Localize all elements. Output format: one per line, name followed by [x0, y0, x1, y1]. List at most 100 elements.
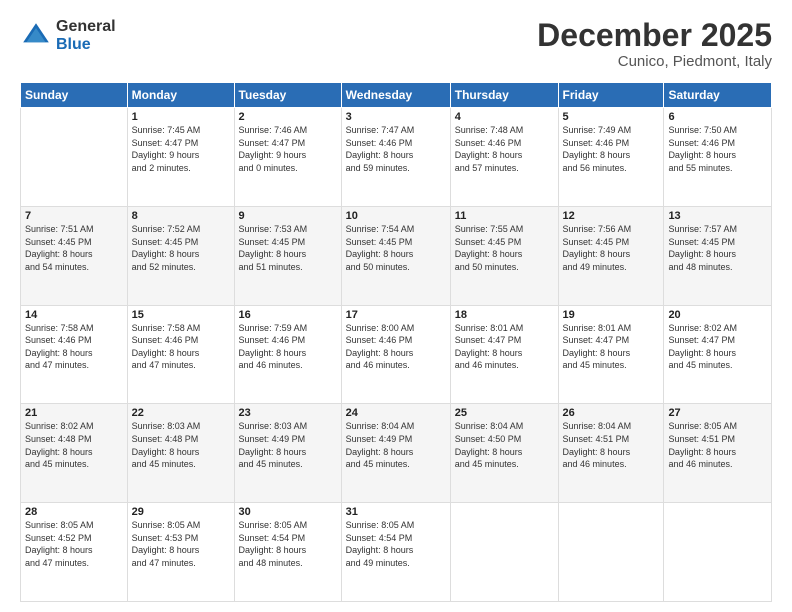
- calendar-header-row: SundayMondayTuesdayWednesdayThursdayFrid…: [21, 83, 772, 108]
- day-number: 5: [563, 111, 660, 123]
- day-number: 13: [668, 210, 767, 222]
- subtitle: Cunico, Piedmont, Italy: [537, 53, 772, 70]
- calendar-cell: 4Sunrise: 7:48 AMSunset: 4:46 PMDaylight…: [450, 108, 558, 207]
- day-info: Sunrise: 8:05 AMSunset: 4:51 PMDaylight:…: [668, 420, 767, 470]
- calendar-week-row: 1Sunrise: 7:45 AMSunset: 4:47 PMDaylight…: [21, 108, 772, 207]
- day-info: Sunrise: 8:02 AMSunset: 4:48 PMDaylight:…: [25, 420, 123, 470]
- day-info: Sunrise: 8:04 AMSunset: 4:51 PMDaylight:…: [563, 420, 660, 470]
- day-info: Sunrise: 7:47 AMSunset: 4:46 PMDaylight:…: [346, 124, 446, 174]
- day-number: 27: [668, 407, 767, 419]
- calendar-cell: 14Sunrise: 7:58 AMSunset: 4:46 PMDayligh…: [21, 305, 128, 404]
- day-info: Sunrise: 7:53 AMSunset: 4:45 PMDaylight:…: [239, 223, 337, 273]
- day-number: 25: [455, 407, 554, 419]
- calendar-cell: [21, 108, 128, 207]
- calendar-cell: 26Sunrise: 8:04 AMSunset: 4:51 PMDayligh…: [558, 404, 664, 503]
- calendar-cell: 6Sunrise: 7:50 AMSunset: 4:46 PMDaylight…: [664, 108, 772, 207]
- calendar-header-monday: Monday: [127, 83, 234, 108]
- day-number: 12: [563, 210, 660, 222]
- calendar-week-row: 21Sunrise: 8:02 AMSunset: 4:48 PMDayligh…: [21, 404, 772, 503]
- header: General Blue December 2025 Cunico, Piedm…: [20, 18, 772, 70]
- calendar-week-row: 14Sunrise: 7:58 AMSunset: 4:46 PMDayligh…: [21, 305, 772, 404]
- day-number: 14: [25, 309, 123, 321]
- calendar-cell: 3Sunrise: 7:47 AMSunset: 4:46 PMDaylight…: [341, 108, 450, 207]
- day-number: 30: [239, 506, 337, 518]
- calendar-cell: 29Sunrise: 8:05 AMSunset: 4:53 PMDayligh…: [127, 503, 234, 602]
- day-info: Sunrise: 8:05 AMSunset: 4:53 PMDaylight:…: [132, 519, 230, 569]
- day-number: 3: [346, 111, 446, 123]
- day-number: 6: [668, 111, 767, 123]
- day-info: Sunrise: 8:04 AMSunset: 4:50 PMDaylight:…: [455, 420, 554, 470]
- day-info: Sunrise: 8:01 AMSunset: 4:47 PMDaylight:…: [455, 322, 554, 372]
- day-info: Sunrise: 8:05 AMSunset: 4:54 PMDaylight:…: [239, 519, 337, 569]
- calendar-cell: 19Sunrise: 8:01 AMSunset: 4:47 PMDayligh…: [558, 305, 664, 404]
- day-number: 20: [668, 309, 767, 321]
- calendar-cell: 30Sunrise: 8:05 AMSunset: 4:54 PMDayligh…: [234, 503, 341, 602]
- calendar-cell: 1Sunrise: 7:45 AMSunset: 4:47 PMDaylight…: [127, 108, 234, 207]
- day-number: 19: [563, 309, 660, 321]
- calendar-cell: 8Sunrise: 7:52 AMSunset: 4:45 PMDaylight…: [127, 206, 234, 305]
- day-info: Sunrise: 7:54 AMSunset: 4:45 PMDaylight:…: [346, 223, 446, 273]
- calendar-cell: 31Sunrise: 8:05 AMSunset: 4:54 PMDayligh…: [341, 503, 450, 602]
- day-number: 24: [346, 407, 446, 419]
- day-info: Sunrise: 7:56 AMSunset: 4:45 PMDaylight:…: [563, 223, 660, 273]
- day-info: Sunrise: 7:45 AMSunset: 4:47 PMDaylight:…: [132, 124, 230, 174]
- title-block: December 2025 Cunico, Piedmont, Italy: [537, 18, 772, 70]
- calendar-header-friday: Friday: [558, 83, 664, 108]
- day-info: Sunrise: 8:01 AMSunset: 4:47 PMDaylight:…: [563, 322, 660, 372]
- day-number: 23: [239, 407, 337, 419]
- day-info: Sunrise: 8:03 AMSunset: 4:49 PMDaylight:…: [239, 420, 337, 470]
- day-number: 11: [455, 210, 554, 222]
- calendar-header-wednesday: Wednesday: [341, 83, 450, 108]
- day-info: Sunrise: 8:03 AMSunset: 4:48 PMDaylight:…: [132, 420, 230, 470]
- logo-general-text: General: [56, 18, 116, 36]
- calendar-cell: 24Sunrise: 8:04 AMSunset: 4:49 PMDayligh…: [341, 404, 450, 503]
- day-info: Sunrise: 7:52 AMSunset: 4:45 PMDaylight:…: [132, 223, 230, 273]
- day-number: 26: [563, 407, 660, 419]
- day-info: Sunrise: 8:02 AMSunset: 4:47 PMDaylight:…: [668, 322, 767, 372]
- day-number: 16: [239, 309, 337, 321]
- day-info: Sunrise: 7:57 AMSunset: 4:45 PMDaylight:…: [668, 223, 767, 273]
- calendar-cell: 11Sunrise: 7:55 AMSunset: 4:45 PMDayligh…: [450, 206, 558, 305]
- day-number: 21: [25, 407, 123, 419]
- logo-blue-text: Blue: [56, 36, 116, 54]
- day-number: 4: [455, 111, 554, 123]
- page: General Blue December 2025 Cunico, Piedm…: [0, 0, 792, 612]
- calendar-cell: [664, 503, 772, 602]
- calendar-cell: 21Sunrise: 8:02 AMSunset: 4:48 PMDayligh…: [21, 404, 128, 503]
- day-info: Sunrise: 8:04 AMSunset: 4:49 PMDaylight:…: [346, 420, 446, 470]
- calendar-cell: 17Sunrise: 8:00 AMSunset: 4:46 PMDayligh…: [341, 305, 450, 404]
- day-number: 15: [132, 309, 230, 321]
- calendar-cell: 27Sunrise: 8:05 AMSunset: 4:51 PMDayligh…: [664, 404, 772, 503]
- calendar-header-sunday: Sunday: [21, 83, 128, 108]
- day-info: Sunrise: 8:00 AMSunset: 4:46 PMDaylight:…: [346, 322, 446, 372]
- main-title: December 2025: [537, 18, 772, 53]
- day-number: 1: [132, 111, 230, 123]
- calendar-cell: 2Sunrise: 7:46 AMSunset: 4:47 PMDaylight…: [234, 108, 341, 207]
- day-info: Sunrise: 7:51 AMSunset: 4:45 PMDaylight:…: [25, 223, 123, 273]
- calendar-header-saturday: Saturday: [664, 83, 772, 108]
- calendar-header-thursday: Thursday: [450, 83, 558, 108]
- day-number: 28: [25, 506, 123, 518]
- calendar-cell: 28Sunrise: 8:05 AMSunset: 4:52 PMDayligh…: [21, 503, 128, 602]
- day-number: 31: [346, 506, 446, 518]
- calendar-cell: [558, 503, 664, 602]
- calendar-cell: 15Sunrise: 7:58 AMSunset: 4:46 PMDayligh…: [127, 305, 234, 404]
- day-info: Sunrise: 7:50 AMSunset: 4:46 PMDaylight:…: [668, 124, 767, 174]
- day-number: 7: [25, 210, 123, 222]
- calendar-cell: 22Sunrise: 8:03 AMSunset: 4:48 PMDayligh…: [127, 404, 234, 503]
- calendar-cell: 12Sunrise: 7:56 AMSunset: 4:45 PMDayligh…: [558, 206, 664, 305]
- day-info: Sunrise: 7:49 AMSunset: 4:46 PMDaylight:…: [563, 124, 660, 174]
- calendar-week-row: 7Sunrise: 7:51 AMSunset: 4:45 PMDaylight…: [21, 206, 772, 305]
- calendar-cell: [450, 503, 558, 602]
- calendar-cell: 10Sunrise: 7:54 AMSunset: 4:45 PMDayligh…: [341, 206, 450, 305]
- calendar-cell: 7Sunrise: 7:51 AMSunset: 4:45 PMDaylight…: [21, 206, 128, 305]
- calendar-header-tuesday: Tuesday: [234, 83, 341, 108]
- day-number: 2: [239, 111, 337, 123]
- day-number: 10: [346, 210, 446, 222]
- logo: General Blue: [20, 18, 116, 53]
- day-info: Sunrise: 7:58 AMSunset: 4:46 PMDaylight:…: [25, 322, 123, 372]
- calendar-week-row: 28Sunrise: 8:05 AMSunset: 4:52 PMDayligh…: [21, 503, 772, 602]
- day-info: Sunrise: 7:48 AMSunset: 4:46 PMDaylight:…: [455, 124, 554, 174]
- day-info: Sunrise: 7:59 AMSunset: 4:46 PMDaylight:…: [239, 322, 337, 372]
- calendar-cell: 20Sunrise: 8:02 AMSunset: 4:47 PMDayligh…: [664, 305, 772, 404]
